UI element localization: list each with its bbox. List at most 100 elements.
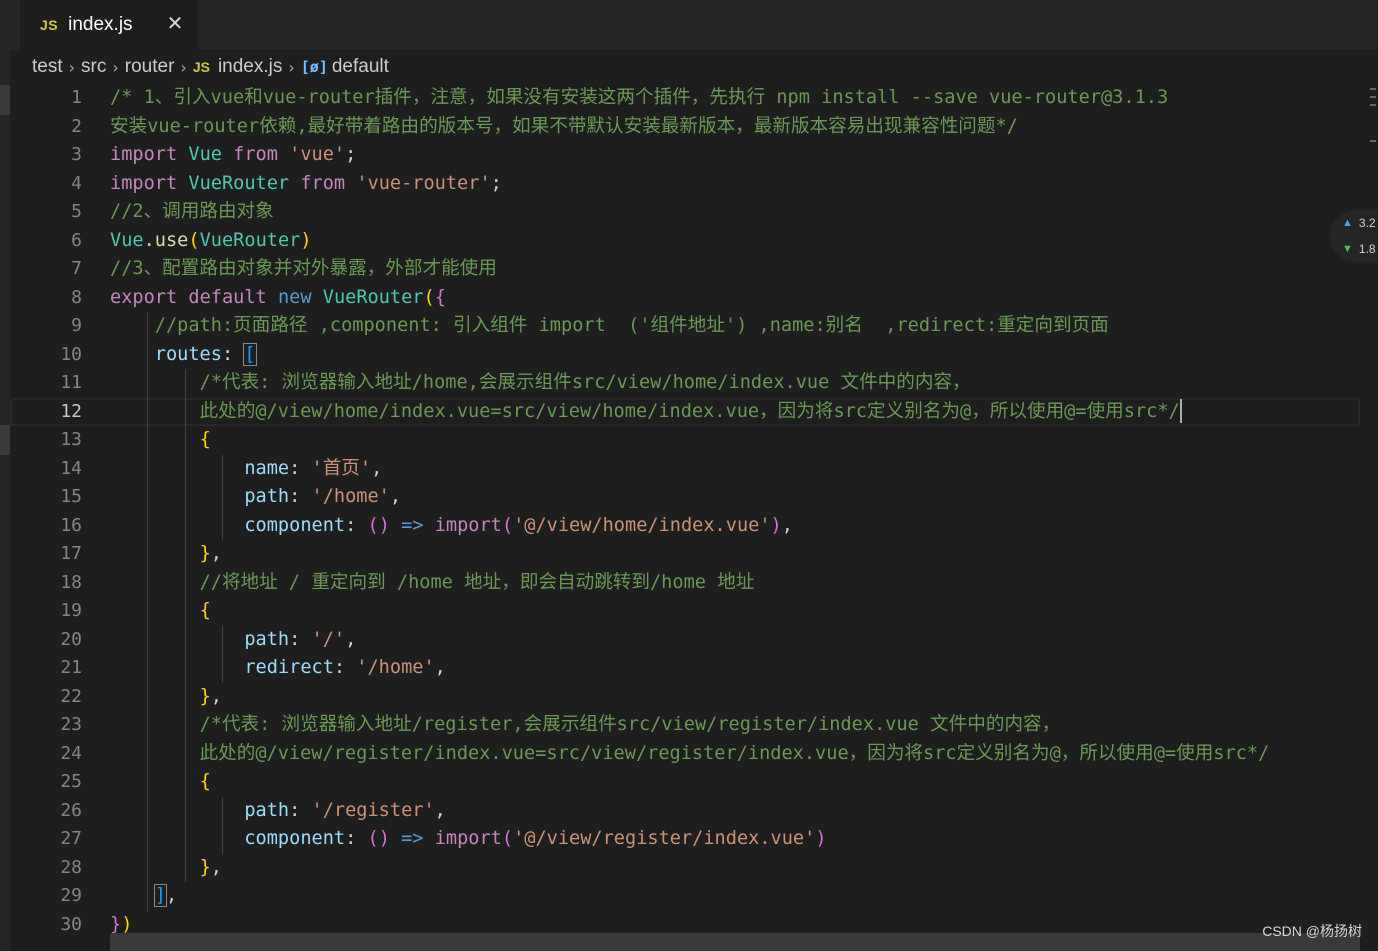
code-line[interactable]: 23 /*代表: 浏览器输入地址/register,会展示组件src/view/…	[10, 711, 1360, 740]
code-line[interactable]: 16 component: () => import('@/view/home/…	[10, 512, 1360, 541]
javascript-file-icon: JS	[40, 17, 59, 33]
code-text[interactable]: path: '/home',	[110, 483, 401, 512]
code-text[interactable]: redirect: '/home',	[110, 654, 446, 683]
breadcrumb: test › src › router › JS index.js › [ø] …	[32, 54, 389, 80]
code-line[interactable]: 26 path: '/register',	[10, 797, 1360, 826]
code-text[interactable]: component: () => import('@/view/home/ind…	[110, 512, 793, 541]
line-number: 13	[60, 429, 82, 450]
line-number: 30	[60, 913, 82, 935]
code-line[interactable]: 14 name: '首页',	[10, 455, 1360, 484]
code-line[interactable]: 21 redirect: '/home',	[10, 654, 1360, 683]
code-text[interactable]: {	[110, 597, 211, 626]
code-line[interactable]: 7 //3、配置路由对象并对外暴露，外部才能使用	[10, 255, 1360, 284]
minimap-mark	[1370, 140, 1376, 142]
code-line[interactable]: 29 ],	[10, 882, 1360, 911]
line-number: 22	[60, 685, 82, 707]
indent-guide	[222, 796, 224, 854]
line-number: 16	[60, 514, 82, 536]
indent-guide	[184, 369, 186, 882]
code-text[interactable]: //path:页面路径 ,component: 引入组件 import ('组件…	[110, 312, 1109, 341]
code-text[interactable]: },	[110, 540, 222, 569]
line-number: 21	[60, 657, 82, 678]
line-number: 14	[60, 457, 82, 479]
code-text[interactable]: /*代表: 浏览器输入地址/register,会展示组件src/view/reg…	[110, 711, 1061, 740]
code-text[interactable]: },	[110, 854, 222, 883]
code-line[interactable]: 5 //2、调用路由对象	[10, 198, 1360, 227]
code-line[interactable]: 20 path: '/',	[10, 626, 1360, 655]
code-line[interactable]: 3 import Vue from 'vue';	[10, 141, 1360, 170]
code-line[interactable]: 2 安装vue-router依赖,最好带着路由的版本号，如果不带默认安装最新版本，…	[10, 113, 1360, 142]
tab-label: index.js	[68, 14, 133, 35]
tab-index-js[interactable]: JS index.js ✕	[20, 0, 198, 50]
code-line[interactable]: 27 component: () => import('@/view/regis…	[10, 825, 1360, 854]
code-line[interactable]: 22 },	[10, 683, 1360, 712]
code-text[interactable]: 此处的@/view/home/index.vue=src/view/home/i…	[110, 398, 1182, 427]
line-number: 19	[60, 600, 82, 621]
code-line[interactable]: 12 此处的@/view/home/index.vue=src/view/hom…	[10, 397, 1360, 427]
code-line[interactable]: 8 export default new VueRouter({	[10, 284, 1360, 313]
minimap-mark	[1370, 96, 1376, 98]
line-number: 8	[71, 286, 82, 308]
close-icon[interactable]: ✕	[164, 12, 186, 34]
line-number: 4	[71, 172, 82, 194]
code-text[interactable]: 此处的@/view/register/index.vue=src/view/re…	[110, 740, 1270, 769]
code-text[interactable]: import VueRouter from 'vue-router';	[110, 170, 502, 199]
code-text[interactable]: path: '/register',	[110, 797, 446, 826]
line-number: 28	[60, 856, 82, 878]
code-text[interactable]: component: () => import('@/view/register…	[110, 825, 826, 854]
line-number: 6	[71, 229, 82, 251]
chevron-right-icon: ›	[288, 57, 295, 77]
code-editor[interactable]: 1 /* 1、引入vue和vue-router插件，注意，如果没有安装这两个插件，…	[10, 82, 1360, 951]
code-line[interactable]: 1 /* 1、引入vue和vue-router插件，注意，如果没有安装这两个插件，…	[10, 84, 1360, 113]
code-text[interactable]: },	[110, 683, 222, 712]
code-text[interactable]: Vue.use(VueRouter)	[110, 227, 312, 256]
code-text[interactable]: 安装vue-router依赖,最好带着路由的版本号，如果不带默认安装最新版本，最…	[110, 113, 1018, 142]
code-line[interactable]: 15 path: '/home',	[10, 483, 1360, 512]
line-number: 7	[71, 258, 82, 279]
code-text[interactable]: export default new VueRouter({	[110, 284, 446, 313]
breadcrumb-item-src[interactable]: src	[81, 56, 106, 78]
line-number: 9	[71, 315, 82, 336]
line-number: 29	[60, 885, 82, 906]
code-line[interactable]: 10 routes: [	[10, 341, 1360, 370]
code-line[interactable]: 18 //将地址 / 重定向到 /home 地址，即会自动跳转到/home 地址	[10, 569, 1360, 598]
code-line[interactable]: 9 //path:页面路径 ,component: 引入组件 import ('…	[10, 312, 1360, 341]
breadcrumb-item-test[interactable]: test	[32, 56, 63, 78]
horizontal-scrollbar[interactable]	[110, 933, 1360, 951]
line-number: 24	[60, 742, 82, 764]
code-text[interactable]: routes: [	[110, 341, 257, 370]
code-line[interactable]: 4 import VueRouter from 'vue-router';	[10, 170, 1360, 199]
code-line[interactable]: 25 {	[10, 768, 1360, 797]
code-text[interactable]: {	[110, 768, 211, 797]
code-text[interactable]: {	[110, 426, 211, 455]
line-number: 10	[60, 343, 82, 365]
watermark: CSDN @杨扬树	[1262, 923, 1362, 939]
breadcrumb-item-symbol[interactable]: default	[332, 56, 389, 78]
line-number: 1	[71, 87, 82, 108]
code-text[interactable]: /* 1、引入vue和vue-router插件，注意，如果没有安装这两个插件，先…	[110, 84, 1168, 113]
code-text[interactable]: import Vue from 'vue';	[110, 141, 356, 170]
code-line[interactable]: 6 Vue.use(VueRouter)	[10, 227, 1360, 256]
code-line[interactable]: 28 },	[10, 854, 1360, 883]
code-line[interactable]: 11 /*代表: 浏览器输入地址/home,会展示组件src/view/home…	[10, 369, 1360, 398]
line-number: 18	[60, 571, 82, 593]
minimap-mark	[1370, 104, 1376, 106]
code-text[interactable]: ],	[110, 882, 177, 911]
code-line[interactable]: 19 {	[10, 597, 1360, 626]
code-text[interactable]: name: '首页',	[110, 455, 382, 484]
code-text[interactable]: //3、配置路由对象并对外暴露，外部才能使用	[110, 255, 497, 284]
code-text[interactable]: //将地址 / 重定向到 /home 地址，即会自动跳转到/home 地址	[110, 569, 755, 598]
breadcrumb-item-router[interactable]: router	[125, 56, 175, 78]
line-number: 11	[60, 372, 82, 393]
indent-guide	[222, 454, 224, 540]
code-text[interactable]: /*代表: 浏览器输入地址/home,会展示组件src/view/home/in…	[110, 369, 971, 398]
editor-tab-bar: JS index.js ✕	[10, 0, 1378, 50]
code-line[interactable]: 24 此处的@/view/register/index.vue=src/view…	[10, 740, 1360, 769]
code-line[interactable]: 17 },	[10, 540, 1360, 569]
line-number: 15	[60, 486, 82, 507]
code-line[interactable]: 13 {	[10, 426, 1360, 455]
breadcrumb-item-file[interactable]: index.js	[218, 56, 282, 78]
code-text[interactable]: //2、调用路由对象	[110, 198, 274, 227]
line-number: 12	[60, 400, 82, 422]
indent-guide	[147, 312, 149, 911]
